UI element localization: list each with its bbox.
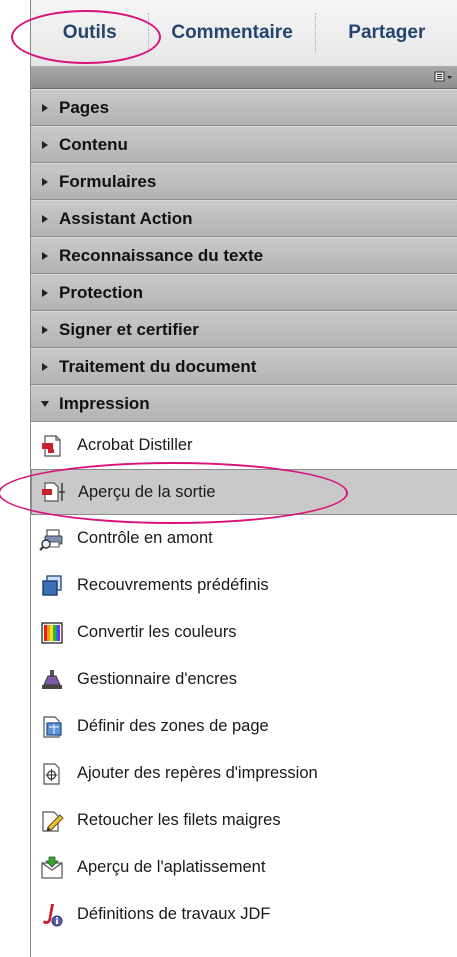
panel-options-icon[interactable]	[434, 70, 454, 84]
flattener-preview-icon	[39, 855, 65, 881]
tool-label: Retoucher les filets maigres	[77, 811, 281, 829]
tool-label: Contrôle en amont	[77, 529, 213, 547]
tool-ajouter-des-reperes-d-impression[interactable]: Ajouter des repères d'impression	[31, 750, 457, 797]
acrobat-distiller-icon	[39, 433, 65, 459]
preflight-icon	[39, 526, 65, 552]
tab-partager[interactable]: Partager	[316, 0, 457, 66]
tool-definir-des-zones-de-page[interactable]: Définir des zones de page	[31, 703, 457, 750]
section-label: Pages	[59, 97, 110, 117]
tab-commentaire[interactable]: Commentaire	[149, 0, 314, 66]
tool-label: Aperçu de l'aplatissement	[77, 858, 266, 876]
convert-colors-icon	[39, 620, 65, 646]
section-label: Contenu	[59, 134, 128, 154]
tool-sections: Pages Contenu Formulaires Assistant Acti…	[31, 89, 457, 422]
section-traitement-du-document[interactable]: Traitement du document	[31, 348, 457, 385]
trap-presets-icon	[39, 573, 65, 599]
disclosure-right-icon	[31, 362, 53, 372]
tool-label: Définitions de travaux JDF	[77, 905, 271, 923]
tab-outils[interactable]: Outils	[31, 0, 148, 66]
section-formulaires[interactable]: Formulaires	[31, 163, 457, 200]
jdf-job-definitions-icon	[39, 902, 65, 928]
output-preview-icon	[40, 479, 66, 505]
page-boxes-icon	[39, 714, 65, 740]
ink-manager-icon	[39, 667, 65, 693]
section-label: Assistant Action	[59, 208, 193, 228]
section-label: Impression	[59, 393, 150, 413]
tool-acrobat-distiller[interactable]: Acrobat Distiller	[31, 422, 457, 469]
tool-apercu-de-la-sortie[interactable]: Aperçu de la sortie	[0, 462, 457, 524]
disclosure-right-icon	[31, 325, 53, 335]
tool-gestionnaire-d-encres[interactable]: Gestionnaire d'encres	[31, 656, 457, 703]
disclosure-right-icon	[31, 214, 53, 224]
tool-label: Acrobat Distiller	[77, 436, 193, 454]
impression-tool-list: Acrobat Distiller Aperçu de la sortie Co…	[0, 422, 457, 938]
disclosure-right-icon	[31, 177, 53, 187]
disclosure-down-icon	[31, 400, 53, 408]
tool-convertir-les-couleurs[interactable]: Convertir les couleurs	[31, 609, 457, 656]
section-label: Formulaires	[59, 171, 157, 191]
tool-definitions-de-travaux-jdf[interactable]: Définitions de travaux JDF	[31, 891, 457, 938]
tool-label: Ajouter des repères d'impression	[77, 764, 318, 782]
tool-label: Convertir les couleurs	[77, 623, 237, 641]
fix-hairlines-icon	[39, 808, 65, 834]
tool-retoucher-les-filets-maigres[interactable]: Retoucher les filets maigres	[31, 797, 457, 844]
section-reconnaissance-du-texte[interactable]: Reconnaissance du texte	[31, 237, 457, 274]
printer-marks-icon	[39, 761, 65, 787]
section-label: Reconnaissance du texte	[59, 245, 264, 265]
disclosure-right-icon	[31, 140, 53, 150]
tool-label: Gestionnaire d'encres	[77, 670, 237, 688]
tab-bar: Outils Commentaire Partager	[11, 0, 457, 67]
section-pages[interactable]: Pages	[31, 89, 457, 126]
tool-label: Aperçu de la sortie	[78, 482, 216, 501]
tool-apercu-de-l-aplatissement[interactable]: Aperçu de l'aplatissement	[31, 844, 457, 891]
section-contenu[interactable]: Contenu	[31, 126, 457, 163]
disclosure-right-icon	[31, 103, 53, 113]
tools-pane: Outils Commentaire Partager Pages Conten…	[0, 0, 457, 957]
section-signer-et-certifier[interactable]: Signer et certifier	[31, 311, 457, 348]
section-protection[interactable]: Protection	[31, 274, 457, 311]
section-label: Protection	[59, 282, 144, 302]
pane-toolstrip	[31, 66, 457, 89]
section-label: Traitement du document	[59, 356, 257, 376]
section-impression[interactable]: Impression	[31, 385, 457, 422]
section-assistant-action[interactable]: Assistant Action	[31, 200, 457, 237]
tool-label: Recouvrements prédéfinis	[77, 576, 269, 594]
tool-controle-en-amont[interactable]: Contrôle en amont	[31, 515, 457, 562]
section-label: Signer et certifier	[59, 319, 199, 339]
tool-label: Définir des zones de page	[77, 717, 269, 735]
disclosure-right-icon	[31, 288, 53, 298]
tool-recouvrements-predefinis[interactable]: Recouvrements prédéfinis	[31, 562, 457, 609]
disclosure-right-icon	[31, 251, 53, 261]
